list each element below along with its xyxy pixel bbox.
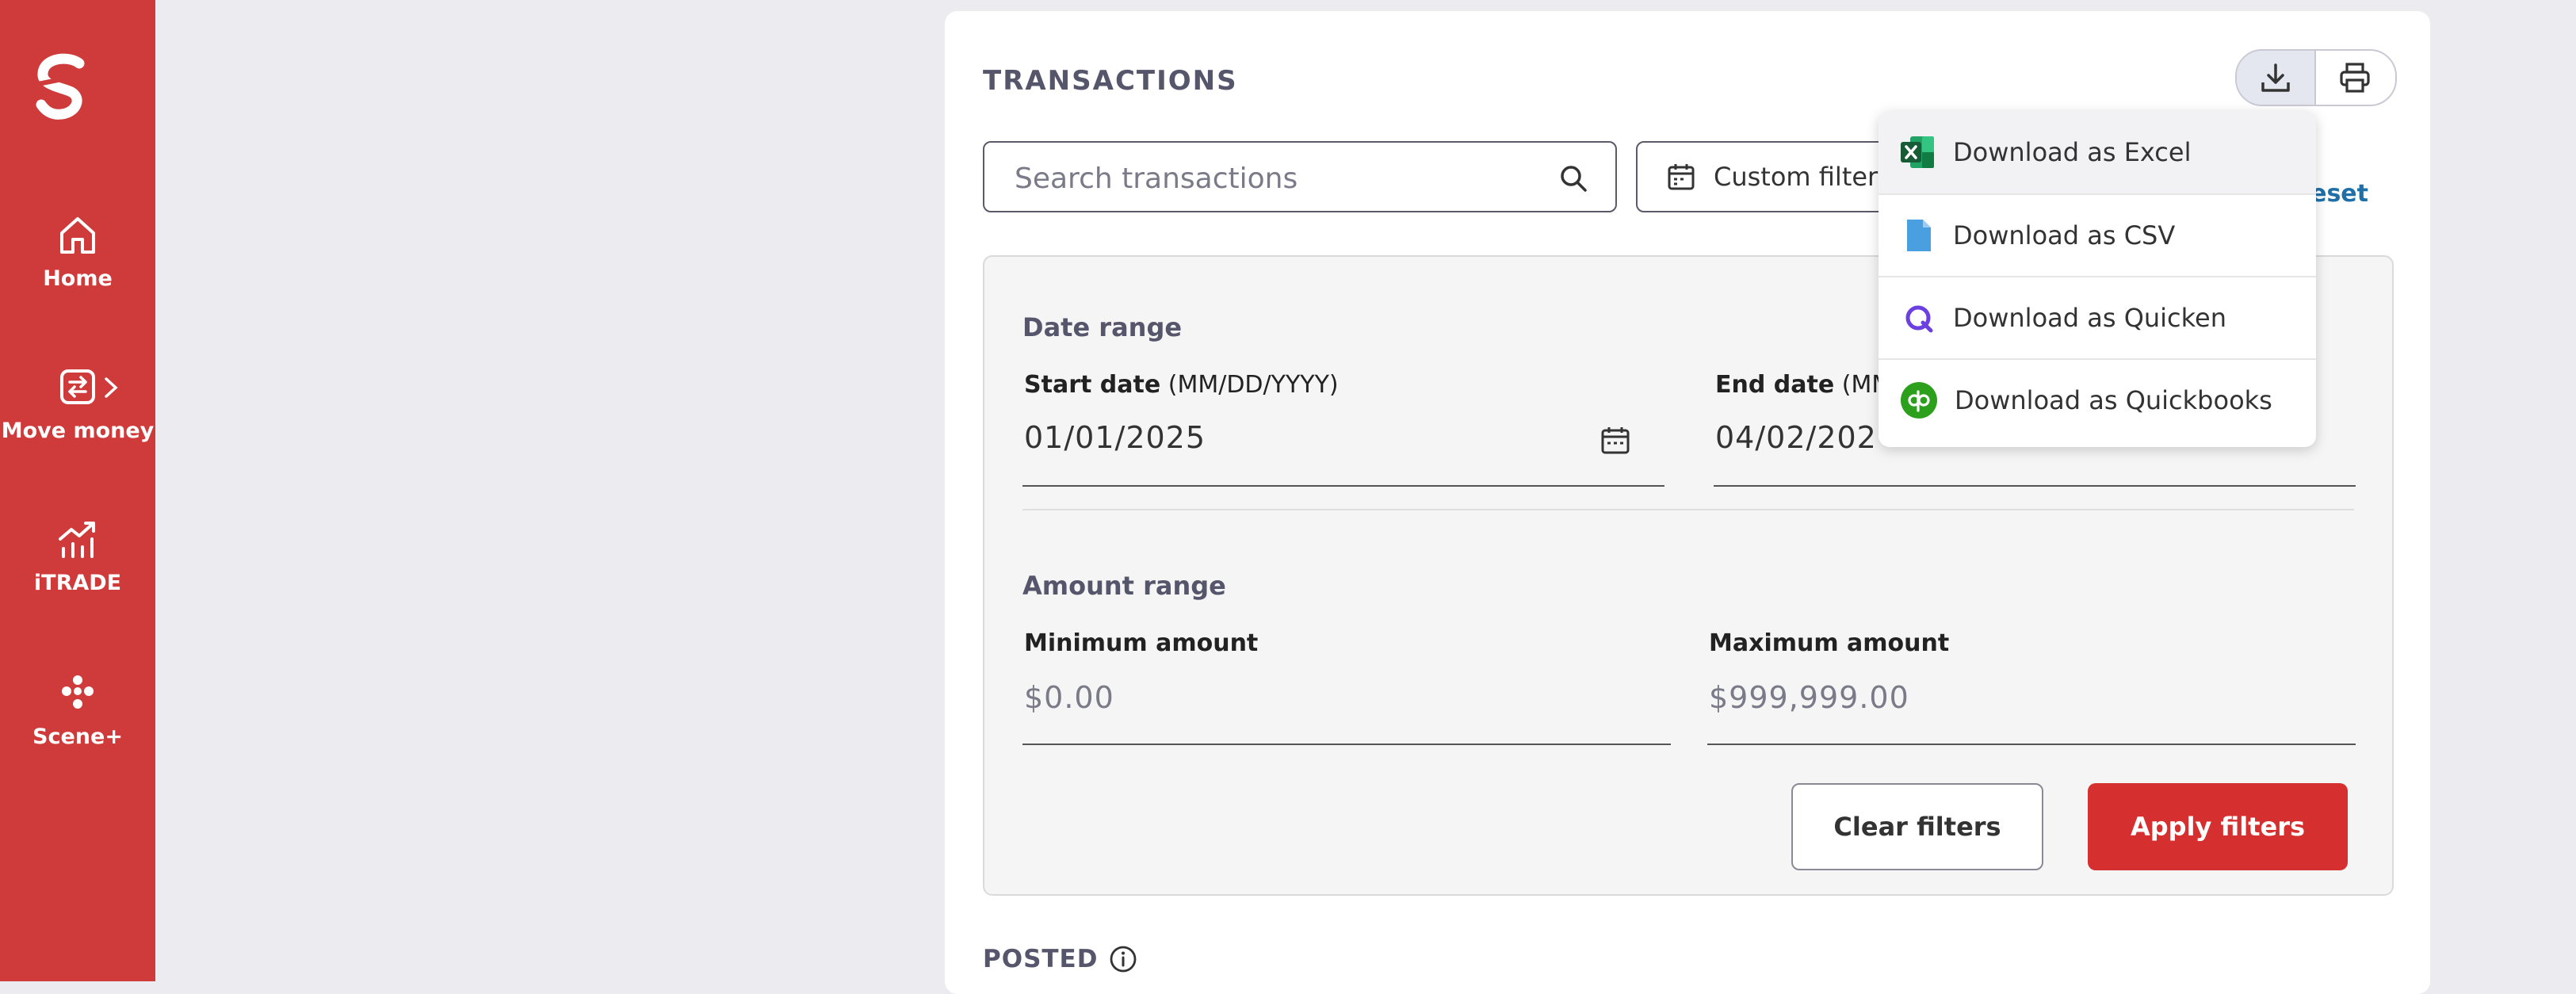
- apply-filters-button[interactable]: Apply filters: [2088, 783, 2348, 870]
- calendar-icon[interactable]: [1599, 425, 1631, 457]
- clear-filters-label: Clear filters: [1833, 812, 2001, 842]
- sidebar-item-home[interactable]: Home: [0, 212, 155, 291]
- minimum-amount-underline: [1022, 744, 1671, 745]
- calendar-icon: [1668, 164, 1695, 190]
- start-date-field[interactable]: 01/01/2025: [1024, 420, 1206, 455]
- search-icon[interactable]: [1558, 163, 1588, 193]
- page-title: TRANSACTIONS: [983, 65, 1238, 97]
- sidebar-item-label: iTRADE: [33, 571, 122, 595]
- print-icon: [2340, 63, 2370, 93]
- minimum-amount-label: Minimum amount: [1024, 629, 1258, 657]
- search-box: [983, 141, 1617, 212]
- sidebar: Home Move money iTRADE Scene+: [0, 0, 155, 981]
- quicken-icon: [1905, 305, 1933, 333]
- export-toolbar: [2235, 49, 2397, 106]
- start-date-label: Start date (MM/DD/YYYY): [1024, 371, 1339, 399]
- maximum-amount-label-text: Maximum amount: [1709, 629, 1950, 657]
- end-date-field[interactable]: 04/02/202: [1715, 420, 1877, 455]
- maximum-amount-label: Maximum amount: [1709, 629, 1949, 657]
- custom-filters-label: Custom filters: [1714, 162, 1891, 192]
- download-menu: Download as Excel Download as CSV Downlo…: [1878, 111, 2316, 447]
- maximum-amount-underline: [1707, 744, 2356, 745]
- end-date-label: End date (MM/: [1715, 371, 1900, 399]
- transfer-icon: [60, 369, 95, 404]
- amount-range-title: Amount range: [1022, 571, 1226, 601]
- home-icon: [60, 217, 95, 254]
- maximum-amount-field[interactable]: $999,999.00: [1709, 680, 1909, 715]
- download-excel-item[interactable]: Download as Excel: [1878, 111, 2316, 193]
- chart-trend-icon: [59, 522, 95, 558]
- download-icon: [2261, 63, 2290, 92]
- sidebar-item-label: Scene+: [32, 724, 123, 749]
- download-button[interactable]: [2237, 51, 2316, 105]
- start-date-underline: [1022, 485, 1664, 487]
- print-button[interactable]: [2316, 51, 2394, 105]
- minimum-amount-field[interactable]: $0.00: [1024, 680, 1114, 715]
- posted-label: POSTED: [983, 945, 1099, 973]
- download-excel-label: Download as Excel: [1953, 137, 2192, 167]
- posted-section-header: POSTED: [983, 945, 1137, 973]
- info-icon[interactable]: [1109, 945, 1137, 973]
- date-range-title: Date range: [1022, 312, 1183, 342]
- download-quickbooks-item[interactable]: Download as Quickbooks: [1878, 358, 2316, 441]
- download-quicken-label: Download as Quicken: [1953, 303, 2226, 333]
- csv-file-icon: [1907, 220, 1931, 251]
- download-quickbooks-label: Download as Quickbooks: [1955, 385, 2272, 415]
- minimum-amount-label-text: Minimum amount: [1024, 629, 1259, 657]
- section-divider: [1022, 509, 2354, 510]
- quickbooks-icon: [1901, 382, 1937, 419]
- download-csv-item[interactable]: Download as CSV: [1878, 193, 2316, 276]
- chevron-right-icon: [105, 377, 118, 398]
- sidebar-item-move-money[interactable]: Move money: [0, 365, 155, 443]
- start-date-hint: (MM/DD/YYYY): [1168, 371, 1339, 399]
- excel-icon: [1901, 136, 1934, 168]
- sidebar-item-label: Move money: [1, 419, 155, 443]
- end-date-label-text: End date: [1715, 371, 1835, 399]
- sidebar-item-scene[interactable]: Scene+: [0, 671, 155, 749]
- brand-logo[interactable]: [30, 52, 94, 125]
- download-csv-label: Download as CSV: [1953, 220, 2176, 250]
- dots-icon: [62, 675, 94, 709]
- search-input[interactable]: [1013, 160, 1539, 197]
- sidebar-item-label: Home: [43, 266, 113, 291]
- end-date-underline: [1714, 485, 2356, 487]
- start-date-label-text: Start date: [1024, 371, 1161, 399]
- download-quicken-item[interactable]: Download as Quicken: [1878, 276, 2316, 358]
- apply-filters-label: Apply filters: [2130, 812, 2306, 842]
- sidebar-item-itrade[interactable]: iTRADE: [0, 517, 155, 595]
- clear-filters-button[interactable]: Clear filters: [1791, 783, 2043, 870]
